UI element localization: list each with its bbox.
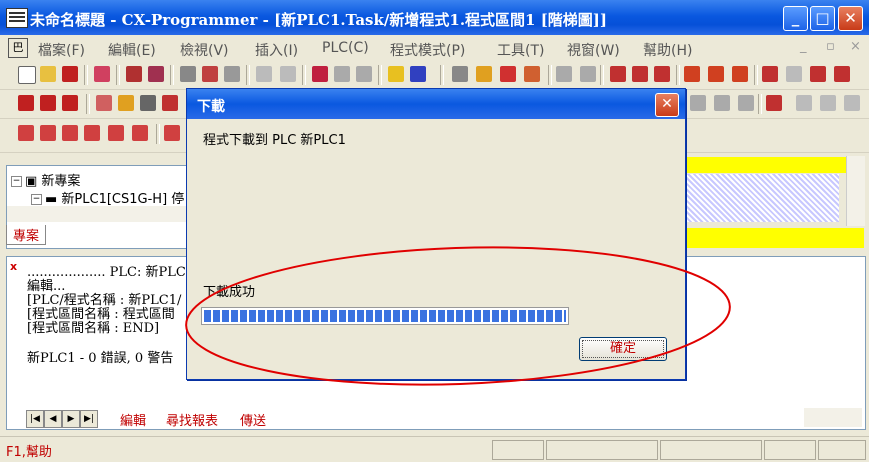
annotation-ellipse: [185, 246, 731, 386]
